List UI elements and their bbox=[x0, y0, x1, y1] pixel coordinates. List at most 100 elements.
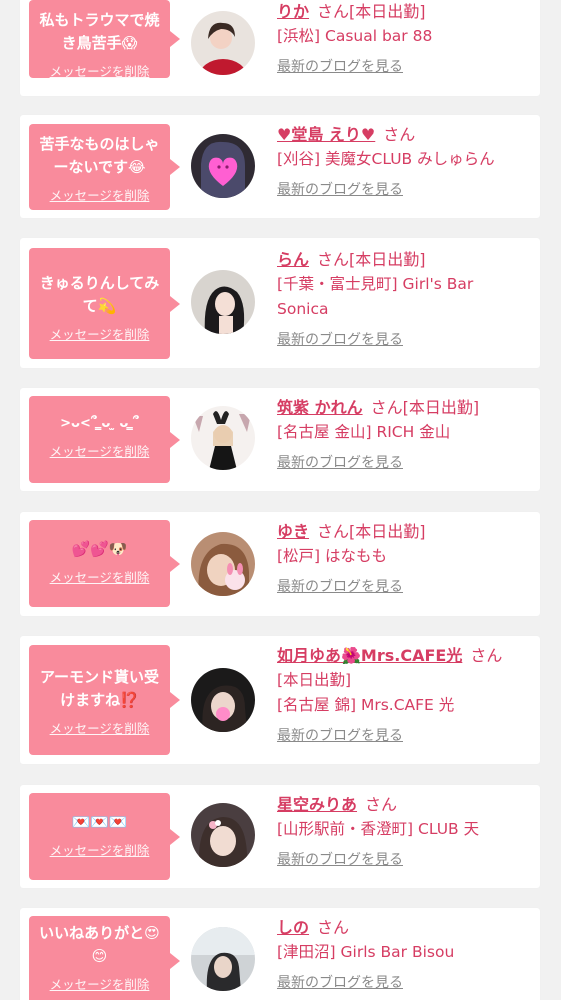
delete-message-link[interactable]: メッセージを削除 bbox=[50, 324, 150, 343]
shop-name: [浜松] Casual bar 88 bbox=[277, 27, 433, 45]
avatar[interactable] bbox=[191, 803, 255, 867]
cast-name-line: しの さん bbox=[277, 916, 527, 940]
avatar[interactable] bbox=[191, 406, 255, 470]
cast-info: 筑紫 かれん さん[本日出勤] [名古屋 金山] RICH 金山 最新のブログを見… bbox=[277, 396, 527, 473]
message-list: 私もトラウマで焼き鳥苦手😱 メッセージを削除 りか さん[本日出勤] [浜松] C… bbox=[0, 0, 561, 1000]
profile-photo-icon bbox=[191, 270, 255, 334]
message-bubble: 💌💌💌 メッセージを削除 bbox=[29, 793, 180, 880]
cast-name-link[interactable]: らん bbox=[277, 250, 309, 269]
shop-name: [名古屋 金山] RICH 金山 bbox=[277, 423, 451, 441]
san-label: さん bbox=[317, 2, 350, 21]
message-text: 私もトラウマで焼き鳥苦手😱 bbox=[39, 11, 160, 52]
shop-name: [名古屋 錦] Mrs.CAFE 光 bbox=[277, 696, 455, 714]
message-text: 💌💌💌 bbox=[71, 813, 128, 831]
san-label: さん bbox=[317, 250, 350, 269]
cast-name-line: 如月ゆあ🌺Mrs.CAFE光 さん bbox=[277, 644, 527, 668]
cast-name-line: らん さん[本日出勤] bbox=[277, 248, 527, 272]
message-card: 私もトラウマで焼き鳥苦手😱 メッセージを削除 りか さん[本日出勤] [浜松] C… bbox=[20, 0, 540, 96]
latest-blog-link[interactable]: 最新のブログを見る bbox=[277, 577, 527, 597]
san-label: さん bbox=[365, 795, 398, 814]
cast-name-line: りか さん[本日出勤] bbox=[277, 0, 527, 24]
working-today-badge: [本日出勤] bbox=[349, 250, 426, 269]
latest-blog-link[interactable]: 最新のブログを見る bbox=[277, 850, 527, 870]
cast-info: らん さん[本日出勤] [千葉・富士見町] Girl's Bar Sonica 最… bbox=[277, 248, 527, 350]
message-text: 💕💕🐶 bbox=[71, 540, 128, 558]
latest-blog-link[interactable]: 最新のブログを見る bbox=[277, 57, 527, 77]
shop-name: [刈谷] 美魔女CLUB みしゅらん bbox=[277, 150, 495, 168]
message-bubble: いいねありがと😍😊 メッセージを削除 bbox=[29, 916, 180, 1000]
message-text: いいねありがと😍😊 bbox=[39, 924, 160, 965]
delete-message-link[interactable]: メッセージを削除 bbox=[50, 441, 150, 460]
avatar[interactable] bbox=[191, 134, 255, 198]
cast-name-link[interactable]: 如月ゆあ🌺Mrs.CAFE光 bbox=[277, 646, 462, 665]
profile-photo-icon bbox=[191, 134, 255, 198]
working-today-badge: [本日出勤] bbox=[349, 522, 426, 541]
cast-name-link[interactable]: ♥堂島 えり♥ bbox=[277, 125, 375, 144]
delete-message-link[interactable]: メッセージを削除 bbox=[50, 974, 150, 993]
cast-info: りか さん[本日出勤] [浜松] Casual bar 88 最新のブログを見る bbox=[277, 0, 527, 77]
latest-blog-link[interactable]: 最新のブログを見る bbox=[277, 973, 527, 993]
shop-name: [山形駅前・香澄町] CLUB 天 bbox=[277, 820, 480, 838]
working-today-badge: [本日出勤] bbox=[402, 398, 480, 417]
message-card: >ᴗ<՞ ̳ᴗ ̫ ᴗ ̳՞ メッセージを削除 筑紫 かれん さん[本日出勤] [… bbox=[20, 388, 540, 491]
avatar[interactable] bbox=[191, 927, 255, 991]
message-text: アーモンド貰い受けますね⁉️ bbox=[39, 668, 160, 709]
cast-info: しの さん [津田沼] Girls Bar Bisou 最新のブログを見る bbox=[277, 916, 527, 993]
message-bubble: 💕💕🐶 メッセージを削除 bbox=[29, 520, 180, 607]
delete-message-link[interactable]: メッセージを削除 bbox=[50, 718, 150, 737]
san-label: さん bbox=[370, 398, 403, 417]
cast-name-line: ゆき さん[本日出勤] bbox=[277, 520, 527, 544]
cast-name-line: ♥堂島 えり♥ さん bbox=[277, 123, 527, 147]
cast-info: 如月ゆあ🌺Mrs.CAFE光 さん [本日出勤] [名古屋 錦] Mrs.CAFE… bbox=[277, 644, 527, 746]
message-bubble: きゅるりんしてみて💫 メッセージを削除 bbox=[29, 248, 180, 359]
cast-name-link[interactable]: 星空みりあ bbox=[277, 795, 357, 814]
cast-name-link[interactable]: ゆき bbox=[277, 522, 309, 541]
profile-photo-icon bbox=[191, 927, 255, 991]
latest-blog-link[interactable]: 最新のブログを見る bbox=[277, 453, 527, 473]
delete-message-link[interactable]: メッセージを削除 bbox=[50, 840, 150, 859]
profile-photo-icon bbox=[191, 11, 255, 75]
delete-message-link[interactable]: メッセージを削除 bbox=[50, 61, 150, 80]
avatar[interactable] bbox=[191, 532, 255, 596]
message-card: 💌💌💌 メッセージを削除 星空みりあ さん [山形駅前・香澄町] CLUB 天 最… bbox=[20, 785, 540, 888]
delete-message-link[interactable]: メッセージを削除 bbox=[50, 567, 150, 586]
message-card: 苦手なものはしゃーないです😂 メッセージを削除 ♥堂島 えり♥ さん [刈谷] 美… bbox=[20, 115, 540, 218]
latest-blog-link[interactable]: 最新のブログを見る bbox=[277, 330, 527, 350]
san-label: さん bbox=[470, 646, 503, 665]
message-card: アーモンド貰い受けますね⁉️ メッセージを削除 如月ゆあ🌺Mrs.CAFE光 さん… bbox=[20, 636, 540, 764]
san-label: さん bbox=[317, 522, 350, 541]
working-today-badge: [本日出勤] bbox=[349, 2, 426, 21]
san-label: さん bbox=[383, 125, 416, 144]
profile-photo-icon bbox=[191, 532, 255, 596]
cast-info: ♥堂島 えり♥ さん [刈谷] 美魔女CLUB みしゅらん 最新のブログを見る bbox=[277, 123, 527, 200]
delete-message-link[interactable]: メッセージを削除 bbox=[50, 185, 150, 204]
shop-name: [松戸] はなもも bbox=[277, 547, 388, 565]
message-bubble: 私もトラウマで焼き鳥苦手😱 メッセージを削除 bbox=[29, 0, 180, 80]
cast-name-line: 筑紫 かれん さん[本日出勤] bbox=[277, 396, 527, 420]
message-card: きゅるりんしてみて💫 メッセージを削除 らん さん[本日出勤] [千葉・富士見町]… bbox=[20, 238, 540, 368]
message-bubble: 苦手なものはしゃーないです😂 メッセージを削除 bbox=[29, 124, 180, 210]
cast-name-link[interactable]: りか bbox=[277, 2, 309, 21]
avatar[interactable] bbox=[191, 270, 255, 334]
message-text: きゅるりんしてみて💫 bbox=[39, 274, 160, 315]
avatar[interactable] bbox=[191, 11, 255, 75]
profile-photo-icon bbox=[191, 803, 255, 867]
shop-name: [千葉・富士見町] Girl's Bar bbox=[277, 275, 474, 293]
latest-blog-link[interactable]: 最新のブログを見る bbox=[277, 726, 527, 746]
message-text: >ᴗ<՞ ̳ᴗ ̫ ᴗ ̳՞ bbox=[60, 416, 139, 431]
latest-blog-link[interactable]: 最新のブログを見る bbox=[277, 180, 527, 200]
message-text: 苦手なものはしゃーないです😂 bbox=[39, 135, 160, 176]
message-bubble: >ᴗ<՞ ̳ᴗ ̫ ᴗ ̳՞ メッセージを削除 bbox=[29, 396, 180, 483]
san-label: さん bbox=[317, 918, 350, 937]
message-card: 💕💕🐶 メッセージを削除 ゆき さん[本日出勤] [松戸] はなもも 最新のブログ… bbox=[20, 512, 540, 616]
cast-name-link[interactable]: 筑紫 かれん bbox=[277, 398, 363, 417]
cast-info: ゆき さん[本日出勤] [松戸] はなもも 最新のブログを見る bbox=[277, 520, 527, 597]
shop-name-cont: Sonica bbox=[277, 300, 329, 318]
profile-photo-icon bbox=[191, 668, 255, 732]
shop-name: [津田沼] Girls Bar Bisou bbox=[277, 943, 455, 961]
profile-photo-icon bbox=[191, 406, 255, 470]
message-bubble: アーモンド貰い受けますね⁉️ メッセージを削除 bbox=[29, 645, 180, 755]
cast-name-link[interactable]: しの bbox=[277, 918, 309, 937]
message-card: いいねありがと😍😊 メッセージを削除 しの さん [津田沼] Girls Bar … bbox=[20, 908, 540, 1000]
avatar[interactable] bbox=[191, 668, 255, 732]
